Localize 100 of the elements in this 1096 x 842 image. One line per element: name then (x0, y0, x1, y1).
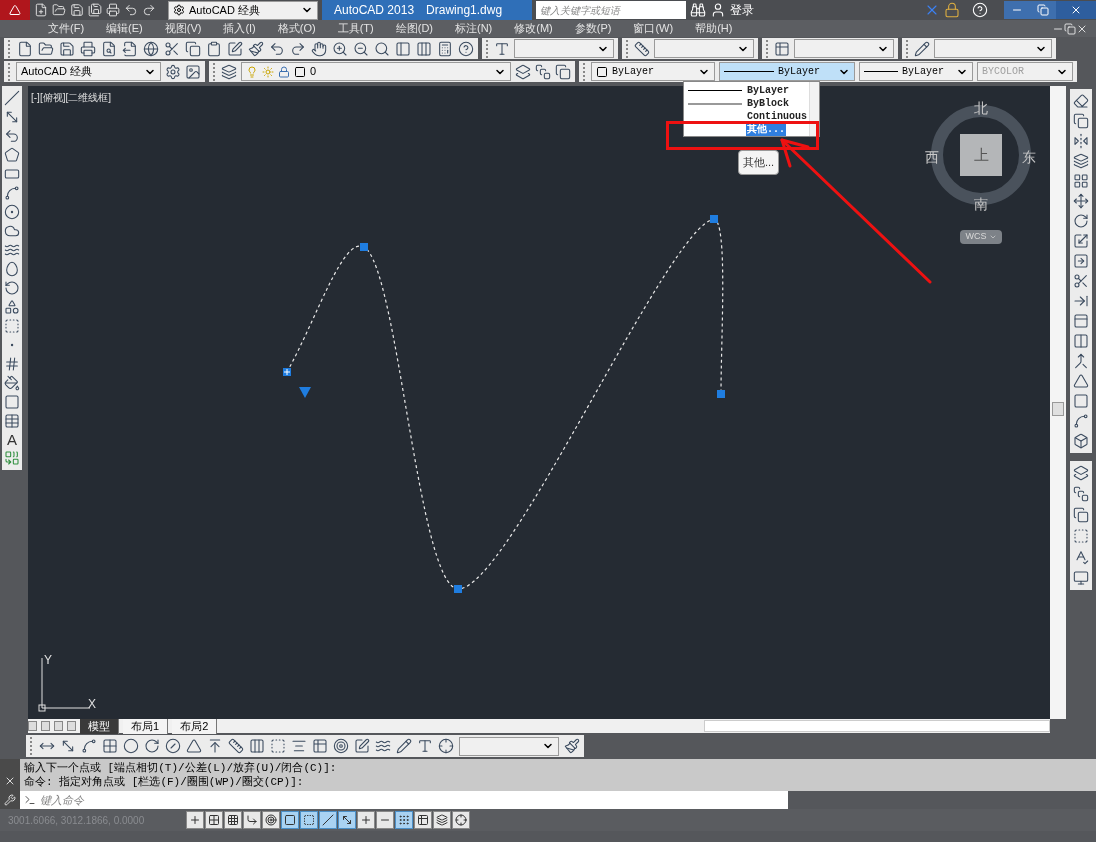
ruler-icon[interactable] (228, 738, 244, 754)
lock-icon[interactable] (944, 2, 960, 18)
spell-check-icon[interactable] (1073, 549, 1089, 565)
menu-item[interactable]: 修改(M) (514, 20, 553, 37)
layers-icon[interactable] (515, 63, 531, 80)
viewcube-face[interactable]: 上 (960, 134, 1002, 176)
target-icon[interactable] (333, 738, 349, 754)
circle-icon[interactable] (123, 738, 139, 754)
dashed-square-icon[interactable] (270, 738, 286, 754)
grip[interactable] (710, 215, 718, 223)
copy-icon[interactable] (1073, 507, 1089, 523)
close-icon[interactable] (4, 775, 16, 787)
linetype-dropdown[interactable]: ByLayer (719, 62, 855, 81)
sign-in-link[interactable]: 登录 (730, 1, 754, 19)
status-toggle[interactable] (243, 811, 261, 829)
folder-icon[interactable] (52, 3, 66, 17)
menu-item[interactable]: 格式(O) (277, 20, 316, 37)
vertical-scrollbar[interactable] (1050, 86, 1066, 719)
status-toggle[interactable] (186, 811, 204, 829)
layer-dropdown[interactable]: 0 (241, 62, 511, 81)
dashed-square-icon[interactable] (1073, 528, 1089, 544)
ruler-icon[interactable] (634, 40, 650, 57)
redo-icon[interactable] (290, 40, 306, 57)
diagonal-arrow-icon[interactable] (60, 738, 76, 754)
eraser-icon[interactable] (1073, 93, 1089, 109)
arrow-to-line-icon[interactable] (207, 738, 223, 754)
box-icon[interactable] (1073, 433, 1089, 449)
image-icon[interactable] (185, 63, 201, 80)
mirror-icon[interactable] (1073, 133, 1089, 149)
layers-icon[interactable] (1073, 465, 1089, 481)
scale-icon[interactable] (1073, 233, 1089, 249)
spline-icon[interactable] (4, 185, 20, 201)
status-toggle[interactable] (224, 811, 242, 829)
columns-icon[interactable] (1073, 333, 1089, 349)
align-icon[interactable] (291, 738, 307, 754)
new-file-icon[interactable] (34, 3, 48, 17)
crosshair-icon[interactable] (438, 738, 454, 754)
compass-east[interactable]: 东 (1022, 147, 1036, 168)
minimize-button[interactable] (1004, 1, 1030, 19)
file-export-icon[interactable] (122, 40, 138, 57)
help-icon[interactable] (458, 40, 474, 57)
wrench-icon[interactable] (4, 794, 16, 806)
table-icon[interactable] (4, 413, 20, 429)
workspace-dropdown[interactable]: AutoCAD 经典 (16, 62, 161, 81)
panel-icon[interactable] (395, 40, 411, 57)
status-toggle[interactable] (414, 811, 432, 829)
new-file-icon[interactable] (17, 40, 33, 57)
compass-west[interactable]: 西 (925, 147, 939, 168)
status-toggle[interactable] (281, 811, 299, 829)
printer-icon[interactable] (80, 40, 96, 57)
start-grip[interactable] (283, 368, 291, 376)
clipboard-icon[interactable] (206, 40, 222, 57)
stack-icon[interactable] (1073, 486, 1089, 502)
curved-arrow-icon[interactable] (4, 128, 20, 144)
color-dropdown[interactable]: ByLayer (591, 62, 715, 81)
status-toggle[interactable] (452, 811, 470, 829)
layers-icon[interactable] (1073, 153, 1089, 169)
monitor-icon[interactable] (1073, 570, 1089, 586)
table-icon[interactable] (312, 738, 328, 754)
grip[interactable] (454, 585, 462, 593)
rotate-icon[interactable] (4, 280, 20, 296)
menu-item[interactable]: 视图(V) (164, 20, 202, 37)
rotate-icon[interactable] (1073, 213, 1089, 229)
status-toggle[interactable] (205, 811, 223, 829)
user-icon[interactable] (710, 2, 726, 18)
paintbrush-icon[interactable] (564, 738, 580, 754)
pencil-icon[interactable] (914, 40, 930, 57)
status-toggle[interactable] (319, 811, 337, 829)
undo-icon[interactable] (124, 3, 138, 17)
folder-icon[interactable] (38, 40, 54, 57)
columns-icon[interactable] (249, 738, 265, 754)
stack-icon[interactable] (535, 63, 551, 80)
triangle-icon[interactable] (1073, 373, 1089, 389)
status-toggle[interactable] (376, 811, 394, 829)
menu-item[interactable]: 编辑(E) (106, 20, 143, 37)
line-icon[interactable] (4, 90, 20, 106)
copy-icon[interactable] (1073, 113, 1089, 129)
paint-bucket-icon[interactable] (4, 375, 20, 391)
scroll-thumb[interactable] (1052, 402, 1064, 416)
wave-icon[interactable] (4, 242, 20, 258)
status-toggle[interactable] (433, 811, 451, 829)
status-toggle[interactable] (300, 811, 318, 829)
restore-icon[interactable] (1064, 22, 1076, 35)
undo-icon[interactable] (269, 40, 285, 57)
pentagon-icon[interactable] (4, 147, 20, 163)
search-icon[interactable] (374, 40, 390, 57)
layers-icon[interactable] (221, 63, 237, 80)
type-icon[interactable] (417, 738, 433, 754)
rotate-icon[interactable] (144, 738, 160, 754)
menu-item[interactable]: 帮助(H) (695, 20, 733, 37)
app-logo-icon[interactable] (0, 0, 30, 20)
pen-square-icon[interactable] (354, 738, 370, 754)
grid-icon[interactable] (1073, 173, 1089, 189)
linetype-option[interactable]: Continuous (684, 110, 809, 123)
spline-icon[interactable] (81, 738, 97, 754)
menu-item[interactable]: 绘图(D) (395, 20, 433, 37)
zoom-out-icon[interactable] (353, 40, 369, 57)
spline-icon[interactable] (1073, 413, 1089, 429)
menu-item[interactable]: 参数(P) (574, 20, 612, 37)
horizontal-scrollbar[interactable] (704, 720, 1050, 732)
